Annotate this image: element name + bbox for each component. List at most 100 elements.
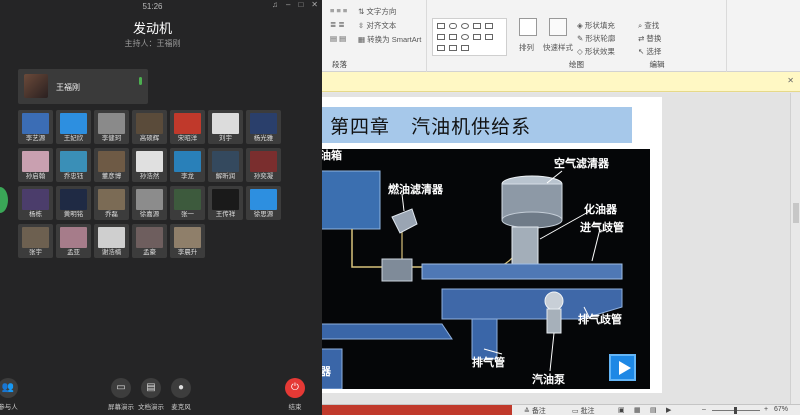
zoom-slider[interactable] — [712, 407, 760, 414]
indent-icons[interactable]: ≣ ≣ — [330, 20, 345, 29]
participant-name: 李健珂 — [101, 135, 122, 142]
vertical-scrollbar[interactable] — [790, 93, 800, 404]
pentagon-shape-icon[interactable] — [449, 34, 457, 40]
participant-name: 高硕辉 — [139, 135, 160, 142]
zoom-out-icon[interactable]: – — [702, 406, 706, 413]
zoom-knob[interactable] — [734, 407, 737, 414]
bell-icon[interactable]: ♫ — [272, 0, 278, 9]
participant-name: 孙奕凝 — [253, 173, 274, 180]
minimize-icon[interactable]: – — [286, 0, 290, 9]
chat-bubble-icon[interactable] — [0, 187, 8, 213]
participant-tile[interactable]: 解昕润 — [208, 148, 243, 182]
arrange-icon[interactable] — [519, 18, 537, 36]
maximize-icon[interactable]: □ — [298, 0, 303, 9]
slide-title-box[interactable]: 第四章 汽油机供给系 — [322, 107, 632, 143]
participant-tile[interactable]: 乔忠钰 — [56, 148, 91, 182]
rounded-rect-shape-icon[interactable] — [449, 23, 457, 29]
rectangle-shape-icon[interactable] — [437, 23, 445, 29]
oval-shape-icon[interactable] — [461, 23, 469, 29]
participant-name: 徐嘉源 — [139, 211, 160, 218]
participant-tile[interactable]: 孟豪 — [132, 224, 167, 258]
participant-avatar — [22, 189, 49, 210]
participant-tile[interactable]: 孙奕凝 — [246, 148, 281, 182]
normal-view-icon[interactable]: ▣ — [618, 406, 625, 414]
select-button[interactable]: ↖ 选择 — [638, 46, 661, 57]
zoom-level[interactable]: 67% — [774, 406, 788, 413]
participant-tile[interactable]: 孙启翰 — [18, 148, 53, 182]
shapes-gallery[interactable] — [432, 18, 507, 56]
participant-tile[interactable]: 杨栋 — [18, 186, 53, 220]
meeting-panel: 51:26 ♫ – □ ✕ 发动机 主持人：王福刚 王福刚 李艺源 王妃欣 李健珂 高… — [0, 0, 322, 415]
comments-button[interactable]: ▭ 批注 — [572, 406, 595, 415]
text-direction-label: 文字方向 — [366, 7, 397, 16]
slide[interactable]: 第四章 汽油机供给系 油箱 空气滤清器 燃油滤清器 化油器 进气歧管 排气歧管 … — [322, 97, 662, 393]
participant-tile[interactable]: 刘宇 — [208, 110, 243, 144]
participant-tile[interactable]: 黄明铭 — [56, 186, 91, 220]
paragraph-format-icons[interactable]: ≡ ≡ ≡ — [330, 6, 347, 15]
quick-styles-icon[interactable] — [549, 18, 567, 36]
replace-button[interactable]: ⇄ 替换 — [638, 33, 661, 44]
arrow-shape-icon[interactable] — [437, 34, 445, 40]
text-direction-button[interactable]: ⇅ 文字方向 — [358, 6, 396, 17]
participant-tile[interactable]: 李健珂 — [94, 110, 129, 144]
curve-shape-icon[interactable] — [437, 45, 445, 51]
participant-tile[interactable]: 孙浩然 — [132, 148, 167, 182]
participant-tile[interactable]: 李晨升 — [170, 224, 205, 258]
zoom-in-icon[interactable]: + — [764, 406, 768, 413]
participant-tile[interactable]: 董彦博 — [94, 148, 129, 182]
find-button[interactable]: ⌕ 查找 — [638, 20, 659, 31]
microphone-icon: ● — [171, 378, 191, 398]
shape-effects-button[interactable]: ◇ 形状效果 — [577, 46, 615, 57]
quick-styles-button[interactable]: 快速样式 — [543, 42, 573, 53]
participant-tile[interactable]: 高硕辉 — [132, 110, 167, 144]
participant-tile[interactable]: 张宇 — [18, 224, 53, 258]
arrange-button[interactable]: 排列 — [519, 42, 534, 53]
participant-tile[interactable]: 张一 — [170, 186, 205, 220]
play-icon[interactable] — [609, 354, 636, 381]
label-air-filter: 空气滤清器 — [554, 158, 609, 170]
label-muffler: 器 — [322, 366, 331, 378]
shape-fill-button[interactable]: ◈ 形状填充 — [577, 20, 615, 31]
close-notice-icon[interactable]: ✕ — [787, 76, 794, 85]
end-meeting-button[interactable]: ⏻ 结束 — [275, 378, 315, 411]
comments-icon: ▭ — [572, 408, 581, 415]
close-icon[interactable]: ✕ — [311, 0, 318, 9]
participant-name: 王妃欣 — [63, 135, 84, 142]
host-video-card[interactable]: 王福刚 — [18, 69, 148, 104]
participant-tile[interactable]: 徐思源 — [246, 186, 281, 220]
participant-tile[interactable]: 徐嘉源 — [132, 186, 167, 220]
triangle-shape-icon[interactable] — [473, 23, 481, 29]
select-label: 选择 — [646, 47, 662, 56]
circle-shape-icon[interactable] — [461, 34, 469, 40]
participant-tile[interactable]: 王传祥 — [208, 186, 243, 220]
mic-button[interactable]: ● 麦克风 — [161, 378, 201, 411]
notes-button[interactable]: ≙ 备注 — [524, 406, 546, 415]
paint-bucket-icon: ◈ — [577, 21, 585, 30]
participants-button[interactable]: 👥 参与人 — [0, 378, 28, 411]
diagram-drawing — [322, 170, 623, 389]
bracket-shape-icon[interactable] — [473, 34, 481, 40]
participant-avatar — [136, 189, 163, 210]
participant-tile[interactable]: 谢浩楠 — [94, 224, 129, 258]
shape-outline-button[interactable]: ✎ 形状轮廓 — [577, 33, 615, 44]
participant-tile[interactable]: 王妃欣 — [56, 110, 91, 144]
brace-shape-icon[interactable] — [449, 45, 457, 51]
reading-view-icon[interactable]: ▤ — [650, 406, 657, 414]
smartart-button[interactable]: ▦ 转换为 SmartArt — [358, 34, 421, 45]
find-label: 查找 — [644, 21, 660, 30]
star-shape-icon[interactable] — [485, 34, 493, 40]
participant-tile[interactable]: 孟亚 — [56, 224, 91, 258]
participant-tile[interactable]: 李艺源 — [18, 110, 53, 144]
flowchart-shape-icon[interactable] — [461, 45, 469, 51]
participant-tile[interactable]: 宋昭洋 — [170, 110, 205, 144]
participant-tile[interactable]: 乔磊 — [94, 186, 129, 220]
participant-tile[interactable]: 李龙 — [170, 148, 205, 182]
scroll-thumb[interactable] — [793, 203, 799, 223]
slide-sorter-icon[interactable]: ▦ — [634, 406, 641, 414]
align-text-button[interactable]: ⇳ 对齐文本 — [358, 20, 396, 31]
line-shape-icon[interactable] — [485, 23, 493, 29]
participant-tile[interactable]: 杨光雅 — [246, 110, 281, 144]
align-icons[interactable]: ▤ ▤ — [330, 34, 346, 43]
participant-name: 张一 — [181, 211, 194, 218]
slideshow-icon[interactable]: ▶ — [666, 406, 671, 414]
